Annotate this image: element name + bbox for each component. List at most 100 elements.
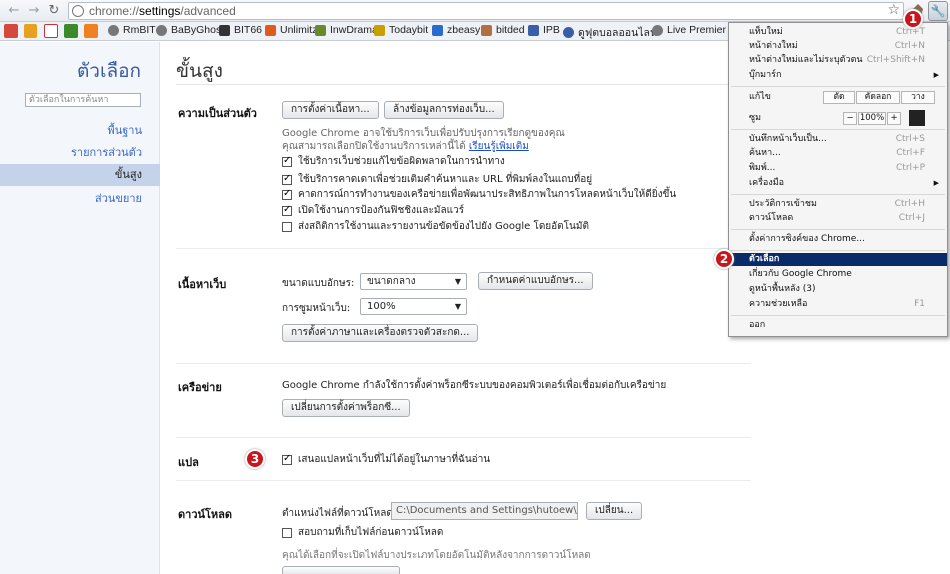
wrench-menu: แท็บใหม่ Ctrl+T หน้าต่างใหม่ Ctrl+N หน้าต่… bbox=[728, 22, 948, 337]
menu-item-print[interactable]: พิมพ์... Ctrl+P bbox=[729, 162, 947, 175]
privacy-heading: ความเป็นส่วนตัว bbox=[178, 107, 257, 120]
menu-item-about[interactable]: เกี่ยวกับ Google Chrome bbox=[729, 268, 947, 281]
callout-marker-1: 1 bbox=[903, 9, 923, 29]
bookmark-item[interactable]: RmBIT bbox=[108, 24, 156, 36]
url-text: chrome://settings/advanced bbox=[89, 4, 236, 18]
rss-icon[interactable] bbox=[24, 24, 37, 38]
submenu-arrow-icon: ▶ bbox=[933, 179, 939, 187]
checkbox[interactable] bbox=[282, 188, 292, 200]
menu-separator bbox=[731, 86, 945, 87]
menu-item-options[interactable]: ตัวเลือก bbox=[729, 253, 947, 266]
page-zoom-select[interactable]: 100% ▼ bbox=[360, 298, 467, 315]
checkbox[interactable] bbox=[282, 173, 292, 185]
gmail-icon[interactable] bbox=[44, 24, 58, 38]
cut-button[interactable]: ตัด bbox=[823, 91, 855, 104]
customize-fonts-button[interactable]: กำหนดค่าแบบอักษร... bbox=[478, 272, 593, 290]
bookmark-item[interactable]: BaByGhost bbox=[156, 24, 224, 36]
sidebar-item-personal[interactable]: รายการส่วนตัว bbox=[0, 142, 160, 164]
menu-item-save-page[interactable]: บันทึกหน้าเว็บเป็น... Ctrl+S bbox=[729, 133, 947, 146]
page-icon bbox=[72, 5, 84, 17]
privacy-option-navigation[interactable]: ใช้บริการเว็บช่วยแก้ไขข้อผิดพลาดในการนำท… bbox=[282, 155, 505, 168]
menu-item-tools[interactable]: เครื่องมือ ▶ bbox=[729, 177, 947, 190]
font-size-select[interactable]: ขนาดกลาง ▼ bbox=[360, 273, 467, 290]
downloads-heading: ดาวน์โหลด bbox=[178, 508, 233, 521]
menu-separator bbox=[731, 194, 945, 195]
paste-button[interactable]: วาง bbox=[901, 91, 935, 104]
divider bbox=[176, 480, 751, 481]
copy-button[interactable]: คัดลอก bbox=[856, 91, 900, 104]
bookmark-item[interactable]: BIT66 bbox=[219, 24, 262, 36]
address-bar[interactable]: chrome://settings/advanced ☆ bbox=[68, 2, 904, 20]
reset-auto-open-button[interactable] bbox=[282, 566, 400, 574]
forward-arrow-icon[interactable]: → bbox=[26, 3, 42, 19]
translate-option[interactable]: เสนอแปลหน้าเว็บที่ไม่ได้อยู่ในภาษาที่ฉัน… bbox=[282, 453, 490, 466]
menu-item-bookmarks[interactable]: บุ๊กมาร์ก ▶ bbox=[729, 69, 947, 82]
clear-browsing-data-button[interactable]: ล้างข้อมูลการท่องเว็บ... bbox=[384, 101, 504, 119]
checkbox[interactable] bbox=[282, 221, 292, 232]
bookmark-item[interactable]: Unlimitz bbox=[265, 24, 317, 36]
bookmark-item[interactable]: bitded bbox=[481, 24, 525, 36]
ask-before-download-option[interactable]: สอบถามที่เก็บไฟล์ก่อนดาวน์โหลด bbox=[282, 526, 443, 539]
content-settings-button[interactable]: การตั้งค่าเนื้อหา... bbox=[282, 101, 379, 119]
bookmark-item[interactable]: ดูฟุตบอลออนไลน์ bbox=[563, 24, 657, 40]
privacy-option-suggest[interactable]: ใช้บริการคาดเดาเพื่อช่วยเติมคำค้นหาและ U… bbox=[282, 173, 592, 186]
dropdown-arrow-icon: ▼ bbox=[454, 302, 461, 311]
menu-item-help[interactable]: ความช่วยเหลือ F1 bbox=[729, 298, 947, 311]
menu-item-sync[interactable]: ตั้งค่าการซิงค์ของ Chrome... bbox=[729, 233, 947, 246]
reload-icon[interactable]: ↻ bbox=[46, 3, 62, 19]
settings-sidebar: ตัวเลือก ตัวเลือกในการค้นหา พื้นฐาน รายก… bbox=[0, 42, 160, 574]
sidebar-item-extensions[interactable]: ส่วนขยาย bbox=[0, 188, 160, 210]
back-arrow-icon[interactable]: ← bbox=[6, 3, 22, 19]
font-size-label: ขนาดแบบอักษร: bbox=[282, 278, 355, 289]
menu-item-background-pages[interactable]: ดูหน้าพื้นหลัง (3) bbox=[729, 283, 947, 296]
sidebar-item-advanced[interactable]: ขั้นสูง bbox=[0, 164, 160, 186]
change-download-location-button[interactable]: เปลี่ยน... bbox=[586, 502, 643, 520]
menu-item-downloads[interactable]: ดาวน์โหลด Ctrl+J bbox=[729, 212, 947, 225]
menu-item-new-window[interactable]: หน้าต่างใหม่ Ctrl+N bbox=[729, 40, 947, 53]
menu-item-exit[interactable]: ออก bbox=[729, 319, 947, 332]
checkbox[interactable] bbox=[282, 155, 292, 167]
zoom-out-button[interactable]: − bbox=[843, 112, 857, 125]
change-proxy-button[interactable]: เปลี่ยนการตั้งค่าพร็อกซี... bbox=[282, 399, 410, 417]
network-description: Google Chrome กำลังใช้การตั้งค่าพร็อกซีร… bbox=[282, 380, 667, 391]
fullscreen-icon[interactable] bbox=[909, 110, 925, 126]
language-settings-button[interactable]: การตั้งค่าภาษาและเครื่องตรวจตัวสะกด... bbox=[282, 324, 479, 342]
privacy-option-stats[interactable]: ส่งสถิติการใช้งานและรายงานข้อขัดข้องไปยั… bbox=[282, 220, 589, 233]
checkbox[interactable] bbox=[282, 453, 292, 465]
web-content-heading: เนื้อหาเว็บ bbox=[178, 278, 227, 291]
star-icon[interactable]: ☆ bbox=[887, 2, 900, 18]
menu-item-find[interactable]: ค้นหา... Ctrl+F bbox=[729, 147, 947, 160]
privacy-option-phishing[interactable]: เปิดใช้งานการป้องกันฟิชชิงและมัลแวร์ bbox=[282, 204, 464, 217]
dropdown-arrow-icon: ▼ bbox=[454, 277, 461, 286]
menu-separator bbox=[731, 250, 945, 251]
bookmark-item[interactable]: IPB bbox=[528, 24, 560, 36]
learn-more-link[interactable]: เรียนรู้เพิ่มเติม bbox=[469, 141, 529, 152]
sidebar-item-basics[interactable]: พื้นฐาน bbox=[0, 120, 160, 142]
page-zoom-label: การซูมหน้าเว็บ: bbox=[282, 303, 351, 314]
menu-item-history[interactable]: ประวัติการเข้าชม Ctrl+H bbox=[729, 198, 947, 211]
checkbox[interactable] bbox=[282, 527, 292, 538]
divider bbox=[176, 437, 751, 438]
download-location-label: ตำแหน่งไฟล์ที่ดาวน์โหลด: bbox=[282, 508, 397, 519]
page-title: ขั้นสูง bbox=[176, 60, 223, 82]
divider bbox=[176, 248, 751, 249]
bookmark-item[interactable]: InwDrama bbox=[315, 24, 378, 36]
auto-open-note: คุณได้เลือกที่จะเปิดไฟล์บางประเภทโดยอัตโ… bbox=[282, 550, 591, 561]
bookmark-item[interactable]: zbeasy bbox=[432, 24, 480, 36]
download-location-field[interactable]: C:\Documents and Settings\hutoew\Deskto bbox=[391, 502, 578, 520]
bookmark-item[interactable]: Todaybit bbox=[374, 24, 428, 36]
gplus-icon[interactable] bbox=[4, 24, 18, 38]
menu-item-incognito[interactable]: หน้าต่างใหม่และไม่ระบุตัวตน Ctrl+Shift+N bbox=[729, 54, 947, 67]
submenu-arrow-icon: ▶ bbox=[933, 71, 939, 79]
divider bbox=[176, 363, 751, 364]
blogger-icon[interactable] bbox=[84, 24, 98, 38]
zoom-in-button[interactable]: + bbox=[887, 112, 901, 125]
settings-search-input[interactable]: ตัวเลือกในการค้นหา bbox=[25, 93, 141, 107]
menu-separator bbox=[731, 315, 945, 316]
checkbox[interactable] bbox=[282, 204, 292, 216]
feedly-icon[interactable] bbox=[64, 24, 78, 38]
network-heading: เครือข่าย bbox=[178, 381, 222, 394]
wrench-icon[interactable]: 🔧 bbox=[928, 1, 948, 21]
privacy-option-prefetch[interactable]: คาดการณ์การทำงานของเครือข่ายเพื่อพัฒนาปร… bbox=[282, 188, 676, 201]
callout-marker-2: 2 bbox=[714, 249, 734, 269]
